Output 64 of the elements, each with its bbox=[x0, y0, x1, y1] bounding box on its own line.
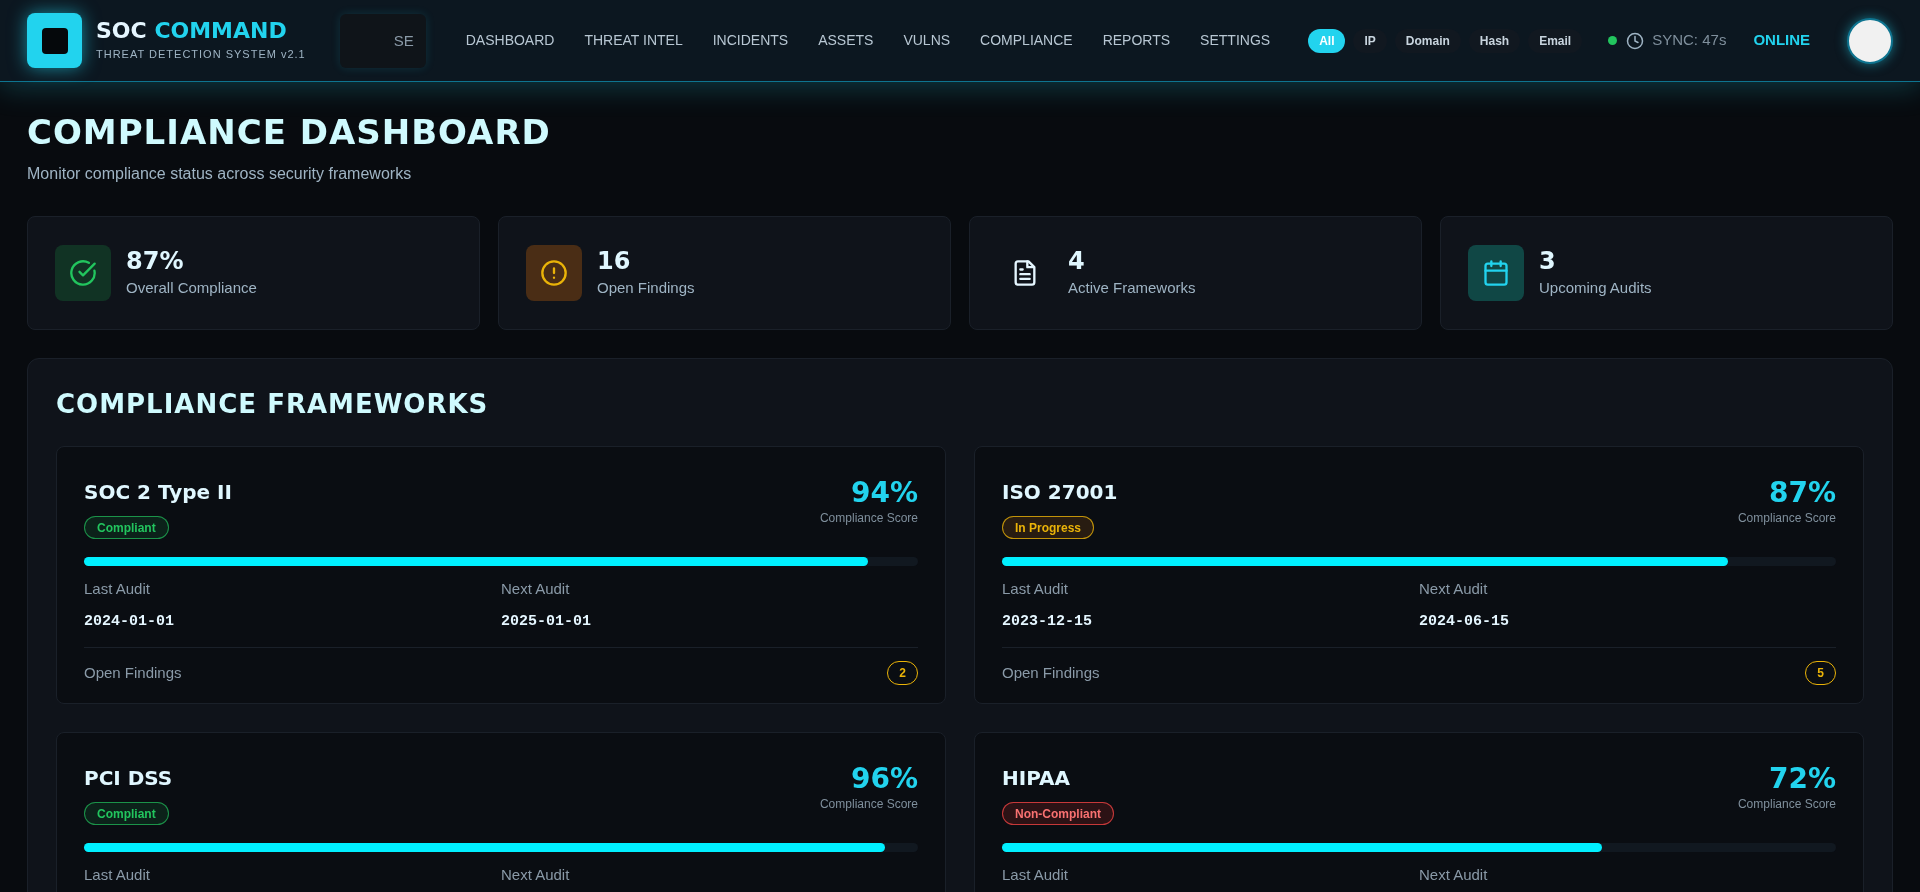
nav-link[interactable]: REPORTS bbox=[1102, 30, 1171, 51]
stat-value: 16 bbox=[597, 246, 632, 275]
nav-link[interactable]: INCIDENTS bbox=[712, 30, 789, 51]
status-badge: Non-Compliant bbox=[1002, 802, 1114, 825]
stat-label: Overall Compliance bbox=[126, 277, 257, 298]
framework-name: SOC 2 Type II bbox=[84, 479, 232, 506]
nav-link[interactable]: SETTINGS bbox=[1200, 30, 1271, 51]
filter-chip[interactable]: Domain bbox=[1394, 28, 1461, 53]
filter-chip[interactable]: IP bbox=[1353, 28, 1387, 53]
stat-value: 3 bbox=[1539, 246, 1557, 275]
field-label: Next Audit bbox=[1419, 579, 1489, 599]
audit-date: 2023-12-15 bbox=[1002, 611, 1093, 632]
connection-status: ONLINE bbox=[1753, 30, 1811, 51]
field-label: Last Audit bbox=[1002, 865, 1069, 885]
logo-icon bbox=[27, 13, 82, 68]
compliance-score: 72% bbox=[1768, 763, 1836, 795]
compliance-score: 96% bbox=[850, 763, 918, 795]
filter-chip[interactable]: Hash bbox=[1468, 28, 1521, 53]
page-subtitle: Monitor compliance status across security frameworks bbox=[27, 164, 413, 184]
check-icon bbox=[55, 245, 111, 301]
compliance-score: 94% bbox=[850, 477, 918, 509]
score-label: Compliance Score bbox=[819, 510, 918, 527]
stat-label: Open Findings bbox=[597, 277, 695, 298]
calendar-icon bbox=[1468, 245, 1524, 301]
alert-icon bbox=[526, 245, 582, 301]
audit-date: 2025-01-01 bbox=[501, 611, 592, 632]
score-label: Compliance Score bbox=[1737, 510, 1836, 527]
sync-timer: SYNC: 47s bbox=[1652, 30, 1727, 51]
status-badge: Compliant bbox=[84, 516, 169, 539]
compliance-score: 87% bbox=[1768, 477, 1836, 509]
score-label: Compliance Score bbox=[1737, 796, 1836, 813]
audit-date: 2024-01-01 bbox=[84, 611, 175, 632]
field-label: Last Audit bbox=[84, 579, 151, 599]
status-badge: Compliant bbox=[84, 802, 169, 825]
nav-link[interactable]: VULNS bbox=[903, 30, 951, 51]
audit-date: 2024-06-15 bbox=[1419, 611, 1510, 632]
nav-link[interactable]: DASHBOARD bbox=[465, 30, 555, 51]
field-label: Open Findings bbox=[1002, 662, 1100, 683]
nav-link[interactable]: THREAT INTEL bbox=[584, 30, 683, 51]
framework-name: ISO 27001 bbox=[1002, 479, 1118, 506]
brand-name: SOC COMMAND bbox=[96, 18, 288, 45]
field-label: Next Audit bbox=[1419, 865, 1489, 885]
field-label: Next Audit bbox=[501, 865, 571, 885]
nav-link[interactable]: ASSETS bbox=[818, 30, 874, 51]
field-label: Last Audit bbox=[1002, 579, 1069, 599]
framework-name: HIPAA bbox=[1002, 765, 1070, 792]
status-badge: In Progress bbox=[1002, 516, 1095, 539]
framework-name: PCI DSS bbox=[84, 765, 173, 792]
nav-link[interactable]: COMPLIANCE bbox=[980, 30, 1073, 51]
page-title: COMPLIANCE DASHBOARD bbox=[27, 112, 552, 152]
score-label: Compliance Score bbox=[819, 796, 918, 813]
stat-label: Active Frameworks bbox=[1068, 277, 1196, 298]
field-label: Next Audit bbox=[501, 579, 571, 599]
avatar[interactable] bbox=[1847, 17, 1893, 64]
clock-icon bbox=[1626, 31, 1645, 50]
stat-label: Upcoming Audits bbox=[1539, 277, 1652, 298]
search-field[interactable]: SE bbox=[339, 13, 426, 68]
field-label: Open Findings bbox=[84, 662, 182, 683]
stat-value: 4 bbox=[1068, 246, 1086, 275]
brand-subtitle: THREAT DETECTION SYSTEM v2.1 bbox=[96, 47, 306, 63]
field-label: Last Audit bbox=[84, 865, 151, 885]
section-title: COMPLIANCE FRAMEWORKS bbox=[56, 388, 490, 421]
stat-value: 87% bbox=[126, 246, 185, 275]
filter-chip[interactable]: Email bbox=[1528, 28, 1583, 53]
